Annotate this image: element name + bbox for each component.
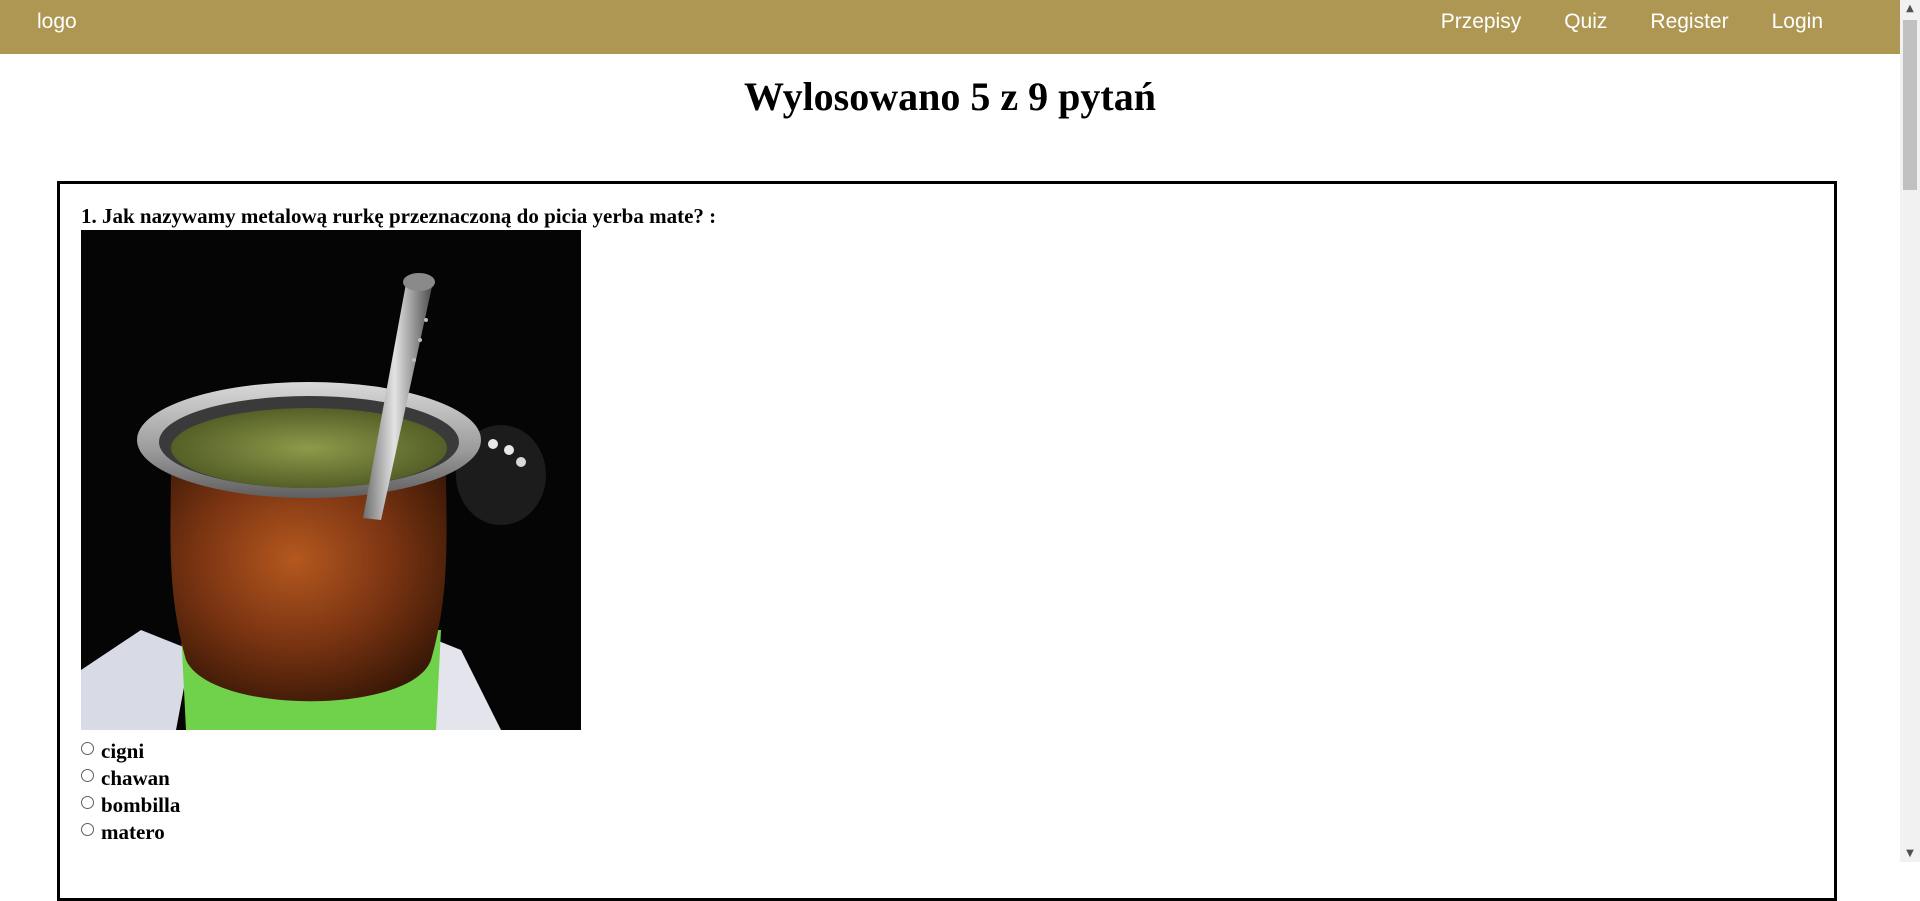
- question-text: 1. Jak nazywamy metalową rurkę przeznacz…: [81, 204, 717, 228]
- page-title: Wylosowano 5 z 9 pytań: [744, 74, 1156, 119]
- navbar: logo Przepisy Quiz Register Login: [0, 0, 1900, 54]
- quiz-container: 1. Jak nazywamy metalową rurkę przeznacz…: [57, 181, 1837, 901]
- scroll-thumb[interactable]: [1903, 20, 1917, 190]
- answer-label: chawan: [101, 766, 170, 790]
- radio-button[interactable]: [81, 796, 94, 809]
- answer-label: bombilla: [101, 793, 181, 817]
- answer-option-2[interactable]: chawan: [81, 765, 180, 792]
- radio-button[interactable]: [81, 769, 94, 782]
- nav-link-register[interactable]: Register: [1650, 10, 1728, 34]
- nav-link-quiz[interactable]: Quiz: [1564, 10, 1607, 34]
- radio-button[interactable]: [81, 823, 94, 836]
- scrollbar[interactable]: ▲ ▼: [1900, 0, 1920, 862]
- nav-links: Przepisy Quiz Register Login: [1441, 10, 1823, 34]
- answer-list: cigni chawan bombilla matero: [81, 738, 180, 846]
- nav-link-przepisy[interactable]: Przepisy: [1441, 10, 1522, 34]
- logo[interactable]: logo: [37, 10, 77, 34]
- answer-label: matero: [101, 820, 165, 844]
- scroll-up-arrow-icon[interactable]: ▲: [1900, 0, 1920, 17]
- radio-button[interactable]: [81, 742, 94, 755]
- answer-option-1[interactable]: cigni: [81, 738, 180, 765]
- nav-link-login[interactable]: Login: [1772, 10, 1823, 34]
- scroll-down-arrow-icon[interactable]: ▼: [1900, 845, 1920, 862]
- yerba-mate-image: [81, 230, 581, 730]
- answer-option-3[interactable]: bombilla: [81, 792, 180, 819]
- yerba-mate-illustration: [81, 230, 581, 730]
- answer-option-4[interactable]: matero: [81, 819, 180, 846]
- answer-label: cigni: [101, 739, 145, 763]
